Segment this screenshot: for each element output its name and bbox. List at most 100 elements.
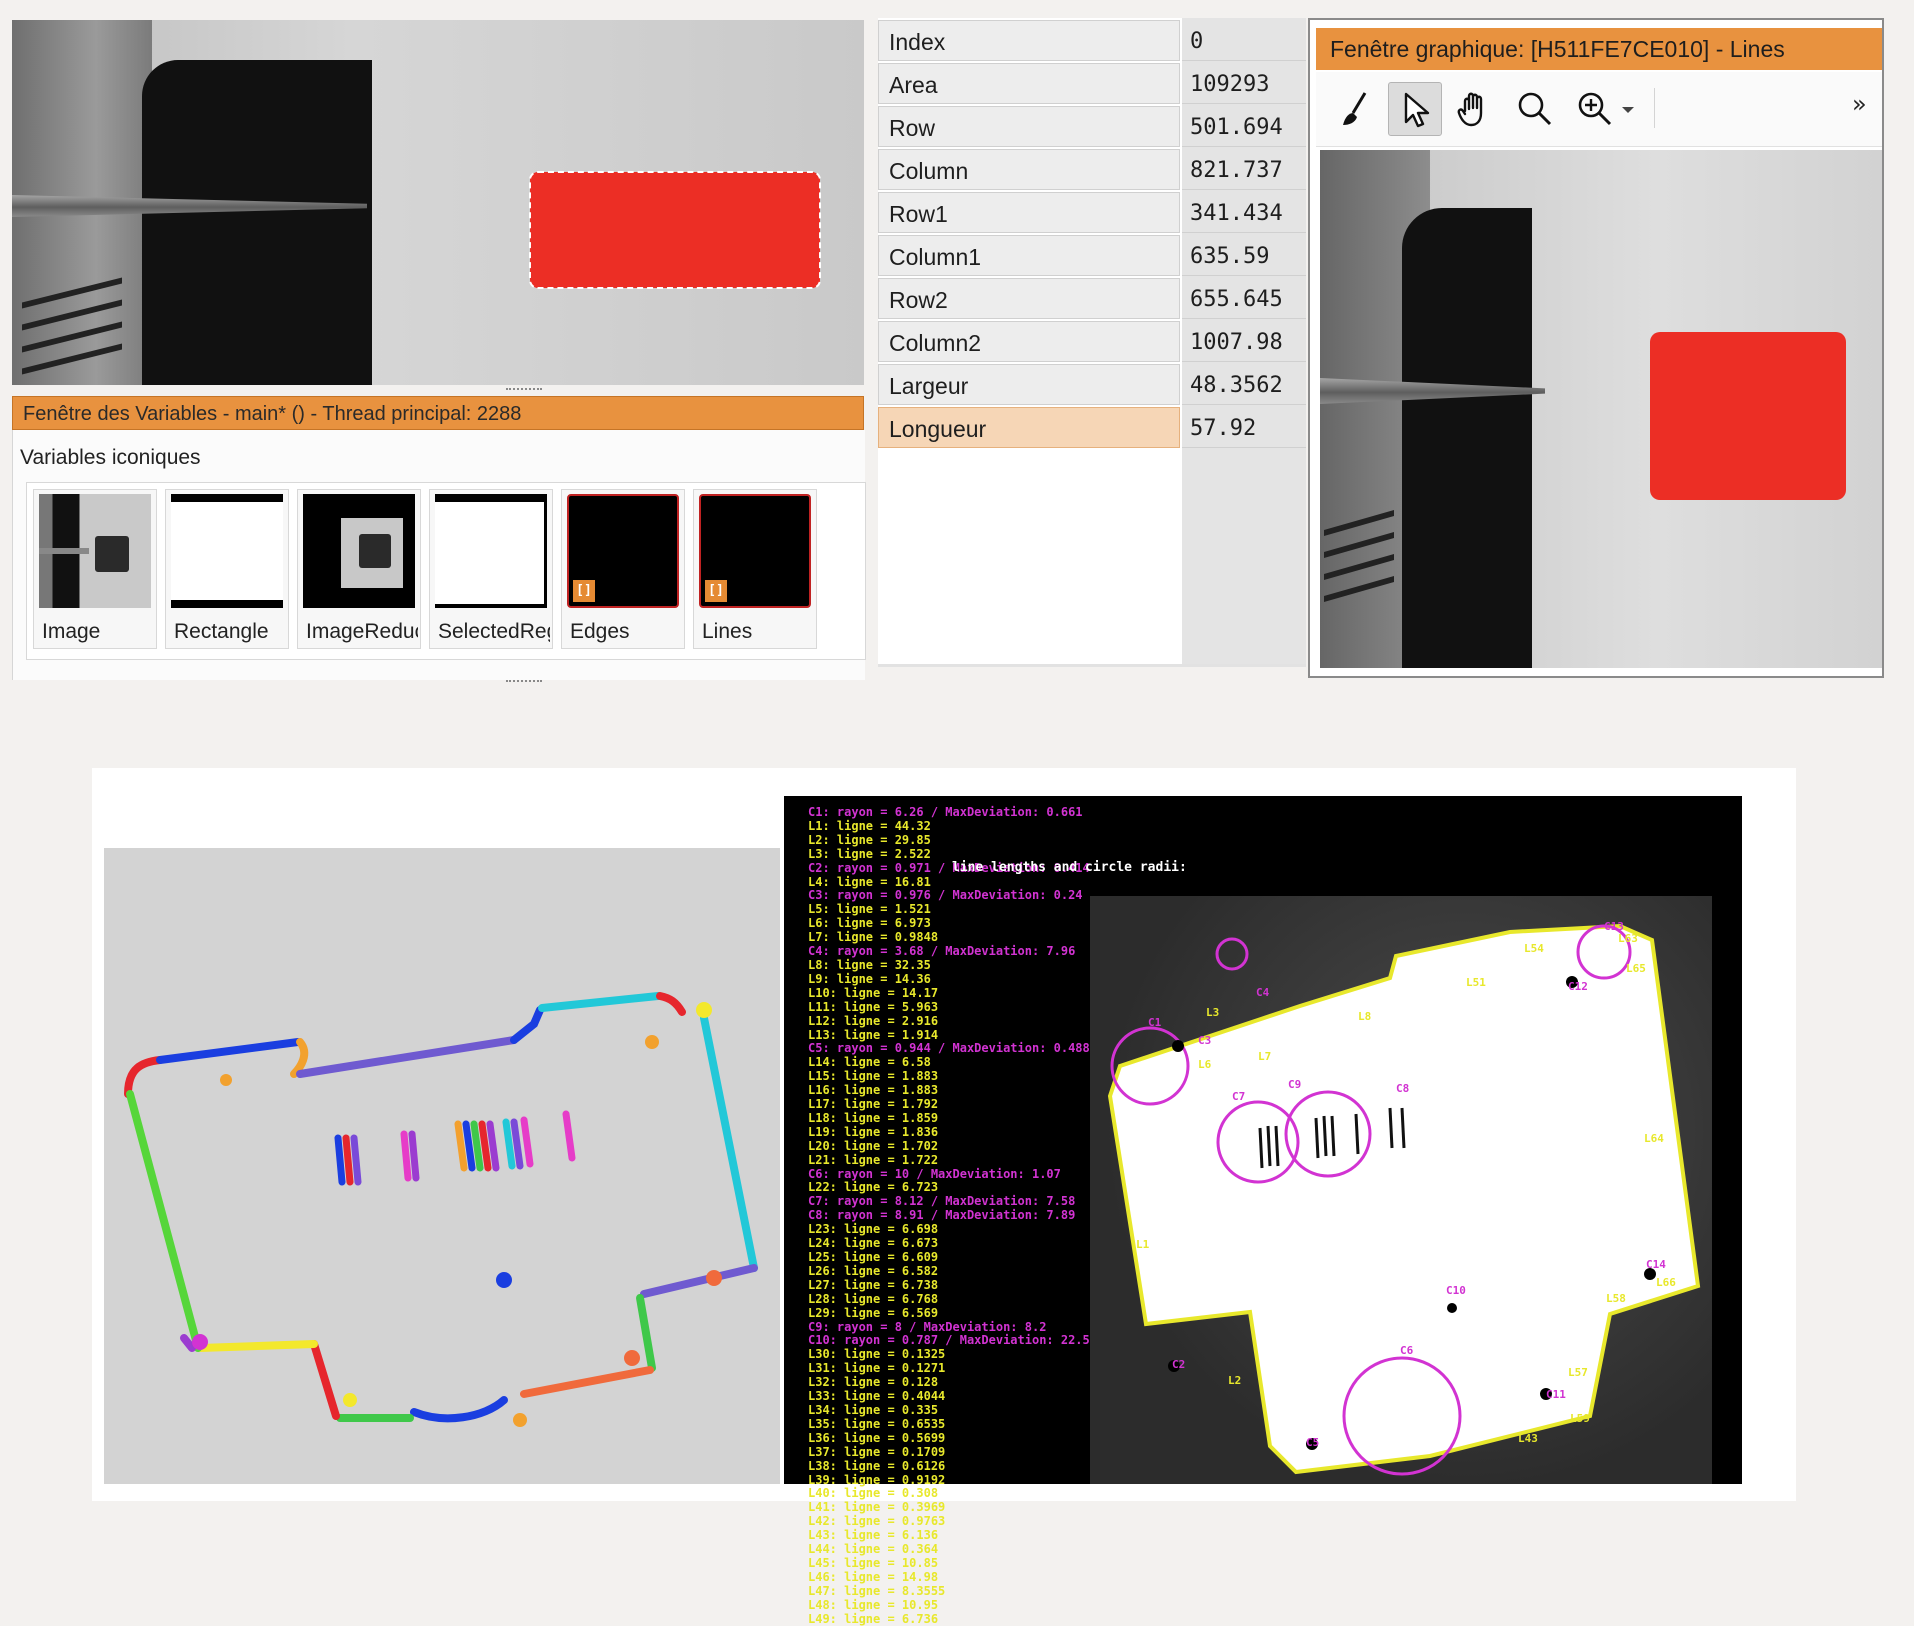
pan-hand-icon[interactable] [1448,82,1502,136]
variables-window-titlebar[interactable]: Fenêtre des Variables - main* () - Threa… [12,396,864,430]
property-value: 0 [1190,29,1204,54]
variable-thumb-edges[interactable]: [] Edges [561,489,685,649]
iconic-variables-list[interactable]: Image Rectangle ImageReduced SelectedReg… [26,482,866,660]
property-key: Index [889,29,946,55]
measured-part-contour [1107,923,1701,1476]
log-line: L2: ligne = 29.85 [808,832,931,847]
property-value: 821.737 [1190,158,1283,183]
property-row[interactable]: Index 0 [878,20,1306,63]
log-line: L23: ligne = 6.698 [808,1222,939,1237]
variable-label: ImageReduced [306,620,418,643]
feature-label: L8 [1358,1010,1372,1023]
property-row[interactable]: Row2 655.645 [878,278,1306,321]
log-line: C3: rayon = 0.976 / MaxDeviation: 0.24 [808,888,1083,903]
log-line: L29: ligne = 6.569 [808,1305,939,1320]
log-line: L33: ligne = 0.4044 [808,1389,946,1404]
property-value: 655.645 [1190,287,1283,312]
log-line: L44: ligne = 0.364 [808,1542,939,1557]
toolbar-overflow-button[interactable]: » [1852,90,1867,118]
property-row[interactable]: Longueur 57.92 [878,407,1306,450]
magnify-icon[interactable] [1508,82,1562,136]
property-key: Largeur [889,373,969,399]
property-row[interactable]: Column 821.737 [878,149,1306,192]
properties-scrollbar[interactable] [878,664,1306,667]
tuple-badge: [] [573,580,595,602]
log-line: L40: ligne = 0.308 [808,1486,939,1501]
variable-label: SelectedRegions [438,620,550,643]
feature-label: C10 [1446,1284,1466,1297]
feature-label: L57 [1568,1366,1588,1379]
splitter-handle[interactable] [506,388,542,394]
property-row[interactable]: Largeur 48.3562 [878,364,1306,407]
camera-view[interactable] [12,20,864,385]
log-line: L8: ligne = 32.35 [808,957,931,972]
log-line: L12: ligne = 2.916 [808,1013,939,1028]
log-line: L28: ligne = 6.768 [808,1291,939,1306]
feature-label: L3 [1206,1006,1220,1019]
variable-label: Lines [702,620,753,643]
property-row[interactable]: Column1 635.59 [878,235,1306,278]
variable-thumb-lines[interactable]: [] Lines [693,489,817,649]
graphics-window-title: Fenêtre graphique: [H511FE7CE010] - Line… [1330,36,1785,62]
log-line: L48: ligne = 10.95 [808,1597,939,1612]
feature-label: L64 [1644,1132,1664,1145]
region-preview [171,494,283,608]
splitter-handle[interactable] [506,680,542,686]
property-value-cell: 48.3562 [1182,364,1306,405]
graphics-canvas[interactable] [1320,150,1882,668]
feature-label: L7 [1258,1050,1272,1063]
feature-label: L66 [1656,1276,1676,1289]
variable-label: Edges [570,620,630,643]
property-value: 48.3562 [1190,373,1283,398]
feature-label: L65 [1626,962,1646,975]
log-line: L38: ligne = 0.6126 [808,1458,946,1473]
pointer-icon[interactable] [1388,82,1442,136]
property-row[interactable]: Row1 341.434 [878,192,1306,235]
log-line: L26: ligne = 6.582 [808,1263,939,1278]
graphics-toolbar: » [1316,72,1882,147]
variable-thumb-image[interactable]: Image [33,489,157,649]
log-line: L20: ligne = 1.702 [808,1138,939,1153]
dropdown-arrow-icon[interactable] [1616,82,1644,136]
variable-thumb-rectangle[interactable]: Rectangle [165,489,289,649]
log-line: L15: ligne = 1.883 [808,1069,939,1084]
image-preview [303,494,415,608]
variable-thumb-imagereduced[interactable]: ImageReduced [297,489,421,649]
property-key-cell: Index [878,20,1180,61]
feature-label: L1 [1136,1238,1150,1251]
property-value: 341.434 [1190,201,1283,226]
selected-region-overlay[interactable] [1650,332,1846,500]
log-line: C1: rayon = 6.26 / MaxDeviation: 0.661 [808,805,1083,819]
log-line: L13: ligne = 1.914 [808,1027,939,1042]
zoom-in-icon[interactable] [1568,82,1622,136]
log-line: C4: rayon = 3.68 / MaxDeviation: 7.96 [808,944,1076,959]
log-line: L11: ligne = 5.963 [808,999,939,1014]
property-key-cell: Largeur [878,364,1180,405]
cabinet-opening [1402,208,1532,668]
variable-thumb-selectedregions[interactable]: SelectedRegions [429,489,553,649]
feature-label: C5 [1306,1436,1320,1449]
log-line: L39: ligne = 0.9192 [808,1472,946,1487]
clear-brush-icon[interactable] [1328,82,1382,136]
log-line: L45: ligne = 10.85 [808,1555,939,1570]
log-line: L35: ligne = 0.6535 [808,1416,946,1431]
feature-label: L54 [1524,942,1544,955]
log-line: L19: ligne = 1.836 [808,1124,939,1139]
contour-segments [124,992,758,1427]
segmented-contours-view [104,848,780,1484]
log-line: L34: ligne = 0.335 [808,1402,939,1417]
log-line: L27: ligne = 6.738 [808,1277,939,1292]
log-line: L47: ligne = 8.3555 [808,1583,946,1598]
property-row[interactable]: Area 109293 [878,63,1306,106]
property-row[interactable]: Row 501.694 [878,106,1306,149]
log-line: L42: ligne = 0.9763 [808,1514,946,1529]
log-line: L14: ligne = 6.58 [808,1055,931,1070]
property-value-cell: 635.59 [1182,235,1306,276]
property-row[interactable]: Column2 1007.98 [878,321,1306,364]
log-line: L49: ligne = 6.736 [808,1611,939,1626]
feature-label: C12 [1568,980,1588,993]
property-key: Column [889,158,969,184]
graphics-window-titlebar[interactable]: Fenêtre graphique: [H511FE7CE010] - Line… [1316,28,1882,70]
selected-region-overlay[interactable] [529,171,821,289]
log-line: L9: ligne = 14.36 [808,971,931,986]
